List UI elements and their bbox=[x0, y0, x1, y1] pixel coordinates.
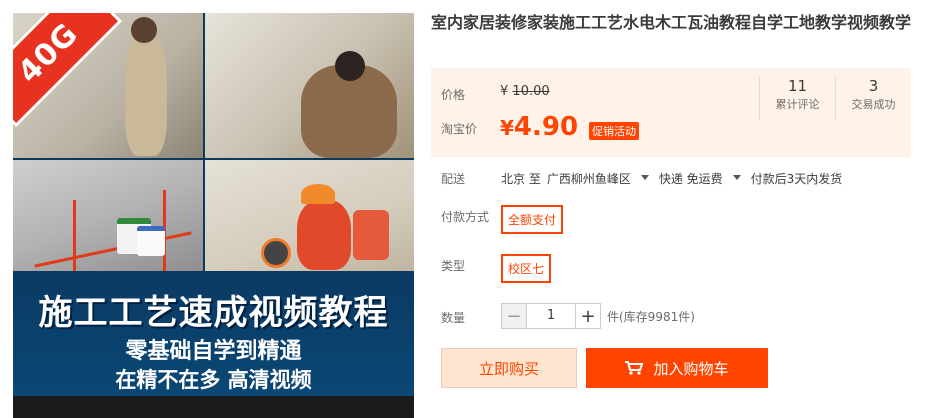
shipping-method[interactable]: 快递 免运费 bbox=[659, 170, 723, 187]
worker-head bbox=[131, 17, 157, 43]
original-price-currency: ¥ bbox=[500, 84, 509, 99]
delivery-destination[interactable]: 广西柳州鱼峰区 bbox=[547, 170, 631, 187]
delivery-from: 北京 至 bbox=[501, 172, 541, 186]
current-price-value: 4.90 bbox=[513, 112, 579, 142]
delivery-label: 配送 bbox=[441, 172, 466, 186]
buy-now-button[interactable]: 立即购买 bbox=[441, 348, 577, 388]
quantity-increase-button[interactable]: + bbox=[575, 303, 601, 329]
add-to-cart-button[interactable]: 加入购物车 bbox=[586, 348, 768, 388]
reviews-count: 11 bbox=[787, 77, 808, 95]
photo-floor-pipes bbox=[13, 160, 203, 271]
type-option[interactable]: 校区七 bbox=[501, 254, 552, 283]
pipe bbox=[73, 200, 76, 271]
dispatch-time: 付款后3天内发货 bbox=[750, 172, 843, 186]
add-to-cart-label: 加入购物车 bbox=[653, 359, 729, 378]
paint-bucket bbox=[137, 226, 165, 256]
original-price-value: 10.00 bbox=[512, 84, 550, 99]
shipping-chevron-down-icon[interactable] bbox=[732, 175, 741, 180]
quantity-stepper: − 1 + 件(库存9981件) bbox=[501, 303, 695, 329]
worker-head bbox=[335, 51, 365, 81]
sales-stat: 3 交易成功 bbox=[835, 76, 911, 120]
taobao-price-label: 淘宝价 bbox=[441, 122, 478, 136]
destination-chevron-down-icon[interactable] bbox=[640, 175, 649, 180]
worker-helmet bbox=[301, 184, 335, 204]
quantity-decrease-button[interactable]: − bbox=[501, 303, 527, 329]
quantity-label: 数量 bbox=[441, 311, 466, 325]
photo-worker-pipes bbox=[205, 13, 414, 158]
shopping-cart-icon bbox=[625, 361, 644, 375]
photo-worker-saw bbox=[205, 160, 414, 271]
stats-block: 11 累计评论 3 交易成功 bbox=[759, 76, 911, 120]
saw-blade bbox=[261, 238, 291, 268]
stock-info: 件(库存9981件) bbox=[607, 309, 695, 324]
product-image[interactable]: 40G 施工工艺速成视频教程 零基础自学到精通 在精不在多 高清视频 bbox=[13, 13, 414, 418]
promo-badge[interactable]: 促销活动 bbox=[589, 122, 639, 140]
image-banner: 施工工艺速成视频教程 零基础自学到精通 在精不在多 高清视频 bbox=[13, 271, 414, 418]
water-tank bbox=[353, 210, 389, 260]
sales-count: 3 bbox=[868, 77, 879, 95]
product-title: 室内家居装修家装施工工艺水电木工瓦油教程自学工地教学视频教学 bbox=[431, 13, 912, 32]
price-label: 价格 bbox=[441, 88, 466, 102]
pipe bbox=[34, 231, 192, 268]
sales-label: 交易成功 bbox=[851, 98, 896, 111]
quantity-input[interactable]: 1 bbox=[527, 303, 575, 329]
banner-tagline: 在精不在多 高清视频 bbox=[115, 368, 312, 392]
current-price-currency: ¥ bbox=[500, 116, 514, 140]
banner-title: 施工工艺速成视频教程 bbox=[38, 293, 389, 333]
payment-method-label: 付款方式 bbox=[441, 210, 490, 224]
worker-figure bbox=[125, 31, 167, 156]
delivery-row: 配送 北京 至 广西柳州鱼峰区 快递 免运费 付款后3天内发货 bbox=[441, 170, 911, 187]
worker-figure bbox=[297, 200, 351, 270]
original-price: ¥ 10.00 bbox=[500, 84, 550, 99]
banner-bottom-strip bbox=[13, 396, 414, 418]
reviews-stat[interactable]: 11 累计评论 bbox=[759, 76, 835, 120]
reviews-label: 累计评论 bbox=[775, 98, 820, 111]
price-panel: 价格 ¥ 10.00 淘宝价 ¥4.90 促销活动 11 累计评论 3 交易成功 bbox=[431, 68, 911, 157]
payment-option-full[interactable]: 全额支付 bbox=[501, 205, 564, 234]
current-price: ¥4.90 bbox=[500, 112, 578, 142]
type-label: 类型 bbox=[441, 259, 466, 273]
banner-subtitle: 零基础自学到精通 bbox=[125, 339, 302, 364]
